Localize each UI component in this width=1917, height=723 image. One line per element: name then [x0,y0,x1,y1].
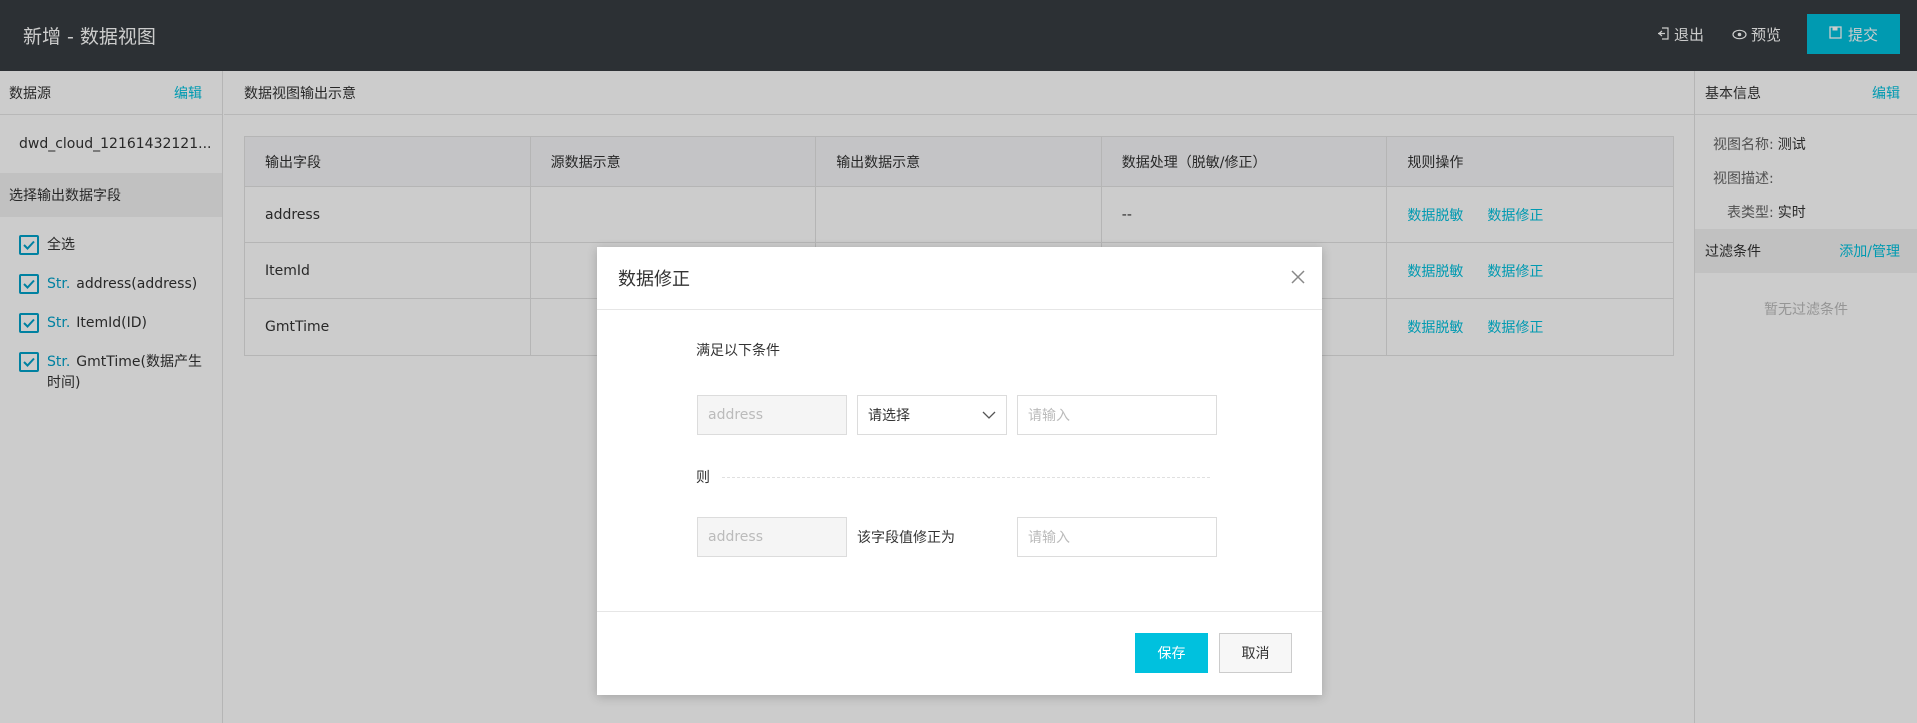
condition-value-input[interactable]: 请输入 [1017,395,1217,435]
chevron-down-icon [982,407,996,423]
dialog-title: 数据修正 [618,269,690,290]
then-label: 则 [696,470,710,486]
target-field-input: address [697,517,847,557]
operator-select[interactable]: 请选择 [857,395,1007,435]
data-fix-dialog: 数据修正 满足以下条件 address 请选择 请输入 则 address 该字… [597,247,1322,695]
dialog-body: 满足以下条件 address 请选择 请输入 则 address 该字段值修正为… [597,310,1322,610]
operator-select-value: 请选择 [868,408,910,424]
save-button[interactable]: 保存 [1135,633,1208,673]
fix-value-label: 该字段值修正为 [857,530,955,546]
condition-field-input: address [697,395,847,435]
fix-value-input[interactable]: 请输入 [1017,517,1217,557]
dialog-header: 数据修正 [597,247,1322,310]
condition-label: 满足以下条件 [696,343,780,359]
cancel-button[interactable]: 取消 [1219,633,1292,673]
section-divider [722,477,1210,478]
dialog-footer: 保存 取消 [597,611,1322,695]
close-icon[interactable] [1288,267,1308,287]
